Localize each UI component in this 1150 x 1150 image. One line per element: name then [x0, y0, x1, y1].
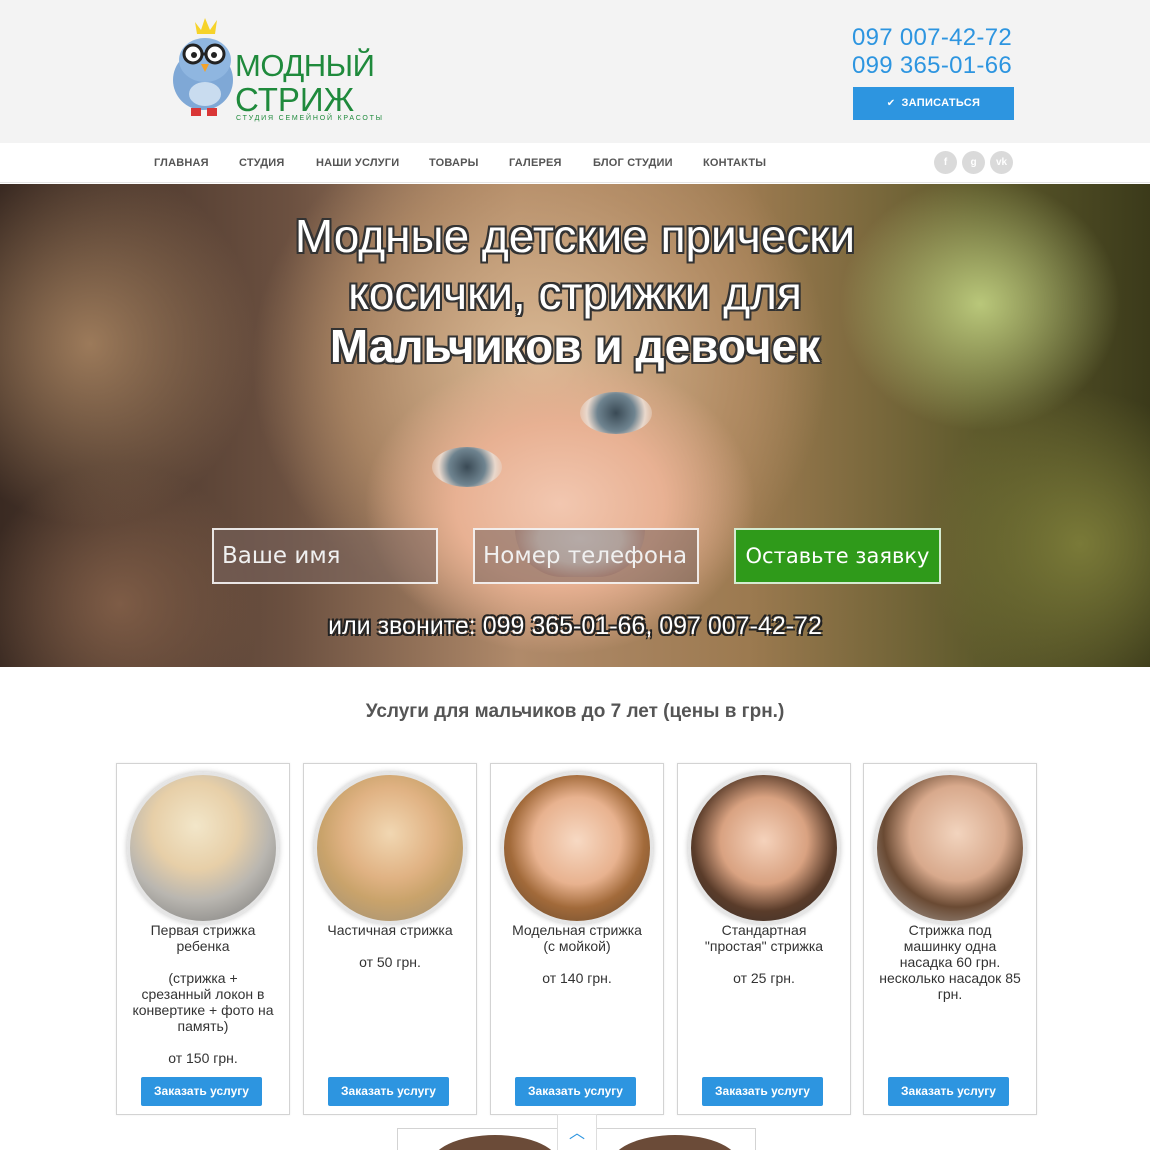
- service-description-line: Модельная стрижка: [512, 922, 642, 938]
- google-plus-icon[interactable]: g: [962, 151, 985, 174]
- phone-input[interactable]: Номер телефона: [473, 528, 699, 584]
- service-description-line: [123, 954, 283, 970]
- order-service-button[interactable]: Заказать услугу: [515, 1077, 636, 1106]
- service-card: Модельная стрижка (с мойкой) от 140 грн. За…: [490, 763, 664, 1115]
- nav-item-contacts[interactable]: КОНТАКТЫ: [703, 157, 766, 169]
- signup-button[interactable]: ✔ ЗАПИСАТЬСЯ: [853, 87, 1014, 120]
- service-description-line: Стандартная: [721, 922, 807, 938]
- service-description-line: [310, 938, 470, 954]
- hero-banner: Модные детские прически косички, стрижки…: [0, 184, 1150, 667]
- order-service-button[interactable]: Заказать услугу: [702, 1077, 823, 1106]
- service-photo: [314, 772, 466, 924]
- service-description-line: Частичная стрижка: [327, 922, 453, 938]
- submit-request-button[interactable]: Оставьте заявку: [734, 528, 941, 584]
- service-photo: [874, 772, 1026, 924]
- signup-button-label: ЗАПИСАТЬСЯ: [901, 97, 981, 109]
- service-description-line: несколько насадок 85: [879, 970, 1021, 986]
- hero-title-line-3: Мальчиков и девочек: [329, 320, 821, 372]
- service-description-line: от 25 грн.: [733, 970, 795, 986]
- nav-item-products[interactable]: ТОВАРЫ: [429, 157, 479, 169]
- logo-line-1: МОДНЫЙ: [235, 48, 375, 83]
- phone-number-1[interactable]: 097 007-42-72: [852, 24, 1012, 52]
- services-title: Услуги для мальчиков до 7 лет (цены в гр…: [365, 701, 785, 722]
- hero-call-text: или звоните: 099 365-01-66, 097 007-42-7…: [328, 612, 822, 640]
- service-description-line: (с мойкой): [543, 938, 611, 954]
- chevron-up-icon: ︿: [568, 1125, 585, 1142]
- service-description: Модельная стрижка (с мойкой) от 140 грн.: [497, 922, 657, 986]
- service-description: Стрижка под машинку одна насадка 60 грн. не…: [870, 922, 1030, 1002]
- vk-icon[interactable]: vk: [990, 151, 1013, 174]
- service-photo: [688, 772, 840, 924]
- service-description-line: от 150 грн.: [168, 1050, 238, 1066]
- logo-line-2: СТРИЖ: [235, 81, 355, 118]
- service-description-line: [123, 1034, 283, 1050]
- nav-item-services[interactable]: НАШИ УСЛУГИ: [316, 157, 399, 169]
- service-description-line: (стрижка +: [168, 970, 238, 986]
- service-description-line: насадка 60 грн.: [899, 954, 1001, 970]
- service-description-line: конвертике + фото на: [132, 1002, 274, 1018]
- service-description: Первая стрижка ребенка (стрижка + срезанный…: [123, 922, 283, 1066]
- hero-title-line-2: косички, стрижки для: [348, 267, 802, 319]
- service-description-line: [684, 954, 844, 970]
- nav-item-blog[interactable]: БЛОГ СТУДИИ: [593, 157, 673, 169]
- name-input[interactable]: Ваше имя: [212, 528, 438, 584]
- order-service-button[interactable]: Заказать услугу: [141, 1077, 262, 1106]
- service-description-line: машинку одна: [903, 938, 997, 954]
- service-description-line: от 50 грн.: [359, 954, 421, 970]
- hero-photo-eye-left: [432, 447, 502, 487]
- service-description-line: от 140 грн.: [542, 970, 612, 986]
- hero-photo-eye-right: [580, 392, 652, 434]
- check-icon: ✔: [886, 98, 896, 109]
- service-card: Стандартная "простая" стрижка от 25 грн. За…: [677, 763, 851, 1115]
- service-photo: [501, 772, 653, 924]
- nav-item-studio[interactable]: СТУДИЯ: [239, 157, 285, 169]
- service-description-line: [497, 954, 657, 970]
- service-description: Стандартная "простая" стрижка от 25 грн.: [684, 922, 844, 986]
- facebook-icon[interactable]: f: [934, 151, 957, 174]
- bird-mascot-icon: [173, 18, 233, 116]
- service-photo: [127, 772, 279, 924]
- order-service-button[interactable]: Заказать услугу: [888, 1077, 1009, 1106]
- phone-number-2[interactable]: 099 365-01-66: [852, 52, 1012, 80]
- logo-tagline: СТУДИЯ СЕМЕЙНОЙ КРАСОТЫ: [236, 115, 384, 122]
- service-description-line: ребенка: [176, 938, 230, 954]
- scroll-to-top-button[interactable]: ︿: [557, 1114, 597, 1150]
- service-card: Стрижка под машинку одна насадка 60 грн. не…: [863, 763, 1037, 1115]
- service-description-line: "простая" стрижка: [704, 938, 824, 954]
- hero-title-line-1: Модные детские прически: [294, 210, 856, 262]
- nav-item-home[interactable]: ГЛАВНАЯ: [154, 157, 209, 169]
- service-card: Частичная стрижка от 50 грн. Заказать услу…: [303, 763, 477, 1115]
- service-description: Частичная стрижка от 50 грн.: [310, 922, 470, 970]
- service-card: Первая стрижка ребенка (стрижка + срезанный…: [116, 763, 290, 1115]
- service-description-line: грн.: [937, 986, 963, 1002]
- nav-item-gallery[interactable]: ГАЛЕРЕЯ: [509, 157, 562, 169]
- service-description-line: Первая стрижка: [150, 922, 256, 938]
- order-service-button[interactable]: Заказать услугу: [328, 1077, 449, 1106]
- service-description-line: Стрижка под: [908, 922, 992, 938]
- service-description-line: срезанный локон в: [141, 986, 265, 1002]
- service-description-line: память): [177, 1018, 229, 1034]
